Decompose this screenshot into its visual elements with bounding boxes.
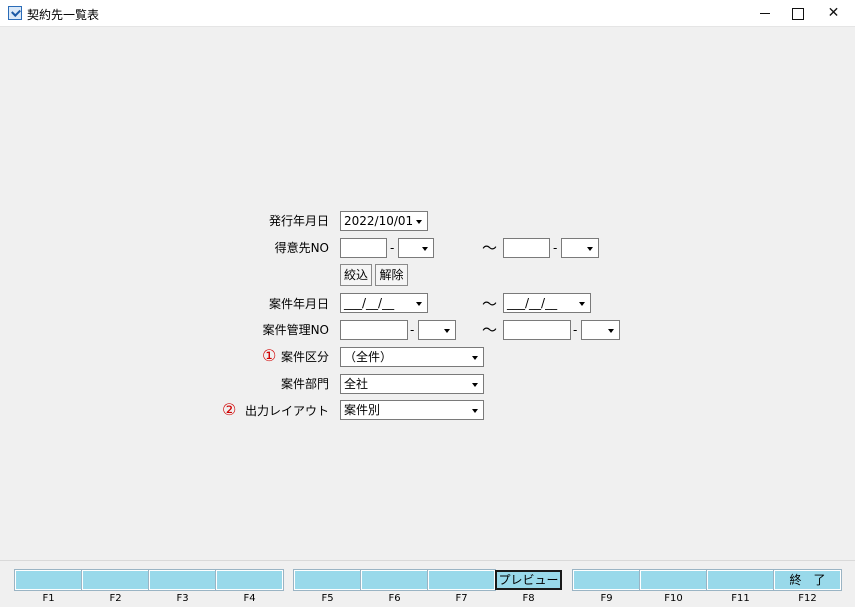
case-no-from-branch-select[interactable] [418,320,456,340]
issue-date-picker[interactable]: 2022/10/01 [340,211,428,231]
case-date-label: 案件年月日 [268,297,329,311]
case-no-to-branch-select[interactable] [581,320,620,340]
case-no-from-input[interactable] [340,320,408,340]
chevron-down-icon[interactable] [584,241,596,255]
customer-no-from-branch-select[interactable] [398,238,434,258]
f6-key-label: F6 [388,593,401,604]
issue-date-label: 発行年月日 [268,214,329,228]
chevron-down-icon[interactable] [576,296,588,310]
window-title: 契約先一覧表 [27,8,100,22]
case-date-from-value: ___/__/__ [344,296,395,310]
case-no-label: 案件管理NO [262,323,329,337]
chevron-down-icon[interactable] [469,350,481,364]
customer-no-tilde: ～ [482,239,498,257]
chevron-down-icon[interactable] [469,403,481,417]
case-dept-label: 案件部門 [280,377,329,391]
f5-button[interactable] [293,569,362,591]
case-no-from-dash: - [410,323,415,337]
app-icon [8,6,22,20]
f9-button[interactable] [572,569,641,591]
customer-no-from-input[interactable] [340,238,387,258]
case-date-from-picker[interactable]: ___/__/__ [340,293,428,313]
f1-button[interactable] [14,569,83,591]
f7-button[interactable] [427,569,496,591]
case-type-label: 案件区分 [280,350,329,364]
case-dept-select[interactable]: 全社 [340,374,484,394]
output-layout-label: 出力レイアウト [244,404,329,418]
customer-no-label: 得意先NO [274,241,329,255]
f12-key-label: F12 [798,593,817,604]
f3-button[interactable] [148,569,217,591]
customer-no-to-branch-select[interactable] [561,238,599,258]
case-date-to-value: ___/__/__ [507,296,558,310]
chevron-down-icon[interactable] [413,214,425,228]
filter-button[interactable]: 絞込 [340,264,372,286]
chevron-down-icon[interactable] [441,323,453,337]
close-icon[interactable]: ✕ [811,0,855,27]
chevron-down-icon[interactable] [413,296,425,310]
f8-preview-button[interactable]: プレビュー [495,570,562,590]
customer-no-to-dash: - [553,241,558,255]
title-bar: 契約先一覧表 ✕ [0,0,855,27]
issue-date-value: 2022/10/01 [344,214,414,228]
f12-exit-button[interactable]: 終 了 [773,569,842,591]
case-date-tilde: ～ [482,295,498,313]
clear-button[interactable]: 解除 [375,264,408,286]
f1-key-label: F1 [42,593,55,604]
customer-no-from-dash: - [390,241,395,255]
f4-button[interactable] [215,569,284,591]
f5-key-label: F5 [321,593,334,604]
chevron-down-icon[interactable] [469,377,481,391]
f7-key-label: F7 [455,593,468,604]
case-type-value: （全件） [344,350,393,364]
case-dept-value: 全社 [344,377,369,391]
f9-key-label: F9 [600,593,613,604]
f11-button[interactable] [706,569,775,591]
f10-button[interactable] [639,569,708,591]
customer-no-to-input[interactable] [503,238,550,258]
f11-key-label: F11 [731,593,750,604]
case-type-select[interactable]: （全件） [340,347,484,367]
f6-button[interactable] [360,569,429,591]
f8-key-label: F8 [522,593,535,604]
chevron-down-icon[interactable] [419,241,431,255]
f4-key-label: F4 [243,593,256,604]
output-layout-select[interactable]: 案件別 [340,400,484,420]
case-no-to-dash: - [573,323,578,337]
f10-key-label: F10 [664,593,683,604]
output-layout-value: 案件別 [344,403,381,417]
case-date-to-picker[interactable]: ___/__/__ [503,293,591,313]
case-no-tilde: ～ [482,321,498,339]
f2-button[interactable] [81,569,150,591]
case-no-to-input[interactable] [503,320,571,340]
f2-key-label: F2 [109,593,122,604]
function-key-bar: プレビュー 終 了 F1 F2 F3 F4 F5 F6 F7 F8 F9 F10… [0,560,855,607]
f3-key-label: F3 [176,593,189,604]
chevron-down-icon[interactable] [605,323,617,337]
